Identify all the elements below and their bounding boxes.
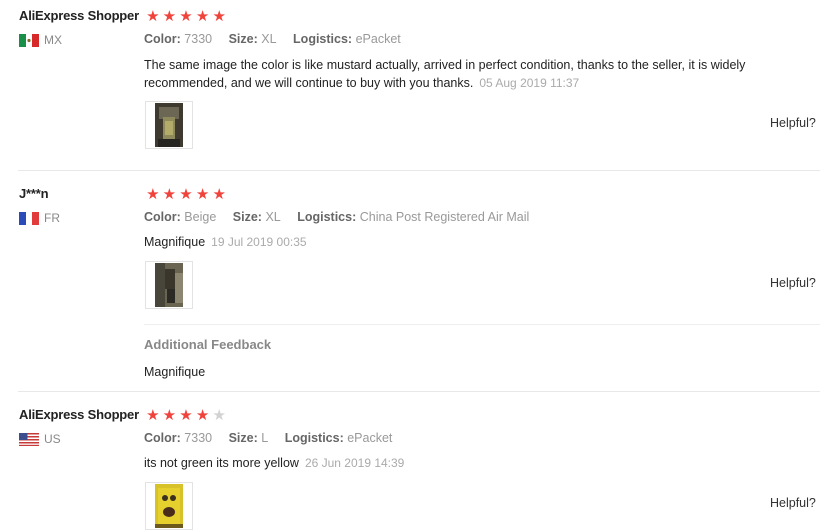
country-code: FR [44,211,60,225]
logistics-label: Logistics: [284,431,344,445]
country-code: MX [44,33,62,47]
star-icon: ★ [195,8,210,25]
reviewer-country: MX [19,33,62,47]
star-icon: ★ [162,186,177,203]
usa-flag-icon [19,432,39,446]
country-code: US [44,432,61,446]
star-icon: ★ [195,407,210,424]
review-date: 05 Aug 2019 11:37 [479,76,580,90]
logistics-label: Logistics: [293,32,353,46]
star-icon: ★ [212,186,226,203]
order-attributes: Color: Beige Size: XL Logistics: China P… [144,210,542,224]
order-attributes: Color: 7330 Size: XL Logistics: ePacket [144,32,414,46]
additional-feedback-text: Magnifique [144,365,206,379]
reviewer-name: AliExpress Shopper [19,407,139,422]
star-icon: ★ [146,8,160,25]
star-icon: ★ [146,186,160,203]
review-text: its not green its more yellow 26 Jun 2019… [144,454,814,472]
logistics-value: ePacket [347,431,393,445]
logistics-value: ePacket [355,32,401,46]
reviewer-name: J***n [19,186,49,201]
size-value: XL [265,210,281,224]
review-photo-thumbnail[interactable] [145,261,193,309]
review-text: The same image the color is like mustard… [144,56,814,92]
additional-feedback-divider [144,324,820,325]
helpful-button[interactable]: Helpful? [770,116,816,130]
star-icon: ★ [162,407,177,424]
review-item: J***n FR ★ ★ ★ ★ ★ Color: Beige Size: XL… [0,171,820,391]
france-flag-icon [19,211,39,225]
review-body: Magnifique [144,235,206,249]
review-photo [155,484,183,528]
helpful-button[interactable]: Helpful? [770,496,816,510]
star-icon: ★ [179,186,193,203]
helpful-button[interactable]: Helpful? [770,276,816,290]
review-date: 26 Jun 2019 14:39 [304,456,405,470]
star-icon: ★ [179,8,193,25]
size-value: L [261,431,269,445]
size-label: Size: [228,32,258,46]
reviewer-country: FR [19,211,60,225]
size-value: XL [261,32,277,46]
additional-feedback-title: Additional Feedback [144,337,272,352]
star-icon: ★ [146,407,160,424]
logistics-label: Logistics: [297,210,357,224]
size-label: Size: [228,431,258,445]
review-body: The same image the color is like mustard… [144,58,746,90]
color-value: 7330 [184,431,213,445]
star-rating: ★ ★ ★ ★ ★ [145,408,227,423]
logistics-value: China Post Registered Air Mail [359,210,530,224]
star-icon: ★ [212,8,226,25]
review-item: AliExpress Shopper MX ★ ★ ★ ★ ★ Color: 7… [0,0,820,171]
color-value: Beige [184,210,217,224]
review-photo-thumbnail[interactable] [145,101,193,149]
order-attributes: Color: 7330 Size: L Logistics: ePacket [144,431,405,445]
review-photo-thumbnail[interactable] [145,482,193,530]
review-date: 19 Jul 2019 00:35 [211,235,307,249]
color-label: Color: [144,431,181,445]
mexico-flag-icon [19,33,39,47]
reviewer-country: US [19,432,61,446]
star-icon: ★ [195,186,210,203]
reviewer-name: AliExpress Shopper [19,8,139,23]
review-item: AliExpress Shopper US ★ ★ ★ ★ ★ Color: 7… [0,391,820,530]
review-photo [155,103,183,147]
star-icon: ★ [179,407,193,424]
star-rating: ★ ★ ★ ★ ★ [145,9,227,24]
star-empty-icon: ★ [212,407,226,424]
size-label: Size: [232,210,262,224]
color-label: Color: [144,210,181,224]
star-rating: ★ ★ ★ ★ ★ [145,187,227,202]
color-label: Color: [144,32,181,46]
review-text: Magnifique 19 Jul 2019 00:35 [144,233,814,251]
star-icon: ★ [162,8,177,25]
color-value: 7330 [184,32,213,46]
review-body: its not green its more yellow [144,456,299,470]
review-photo [155,263,183,307]
